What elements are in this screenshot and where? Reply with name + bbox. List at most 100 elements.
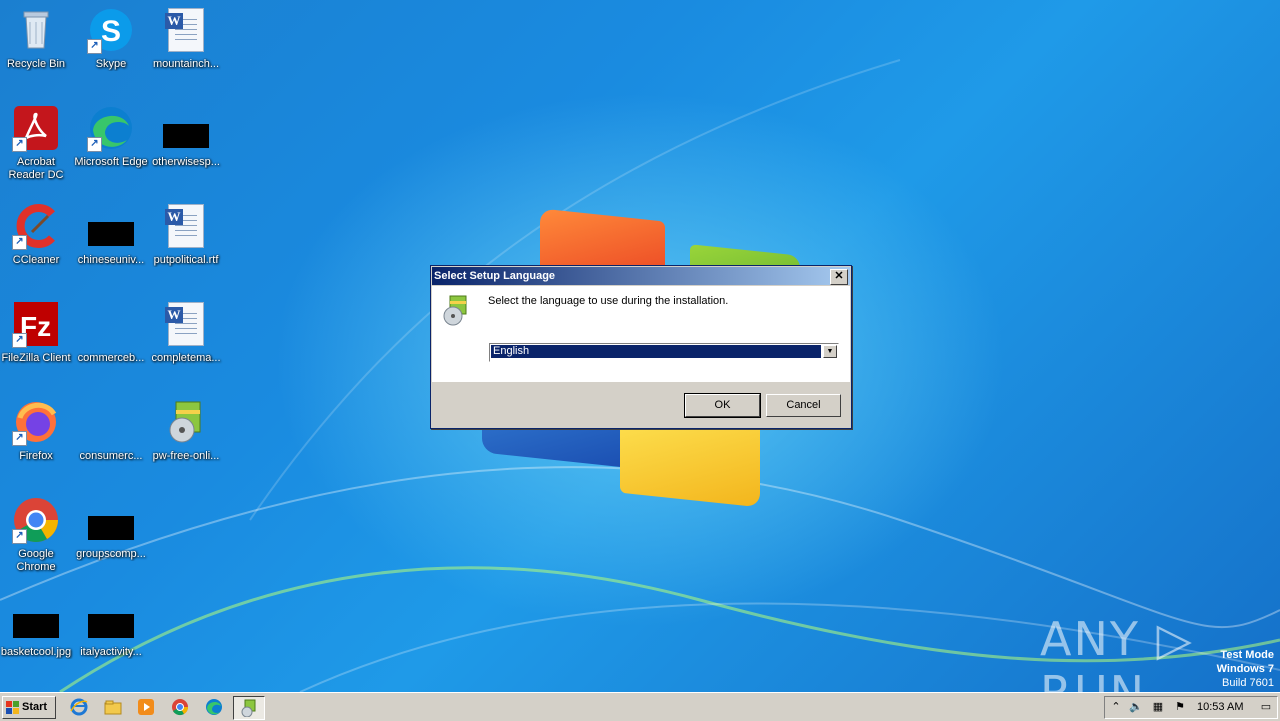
shortcut-arrow-icon: ↗ — [12, 529, 27, 544]
dialog-body: Select the language to use during the in… — [432, 286, 850, 382]
file-icon — [87, 594, 135, 642]
desktop-icon-otherwisesp[interactable]: otherwisesp... — [148, 104, 224, 169]
desktop-icon-commerceb[interactable]: commerceb... — [73, 300, 149, 365]
icon-label: basketcool.jpg — [0, 646, 72, 658]
icon-label: commerceb... — [77, 352, 145, 364]
icon-label: otherwisesp... — [152, 156, 220, 168]
file-icon — [87, 496, 135, 544]
installer-icon — [162, 398, 210, 446]
desktop-icon-italyactivity[interactable]: italyactivity... — [73, 594, 149, 659]
desktop-icon-ccleaner[interactable]: ↗ CCleaner — [0, 202, 74, 267]
skype-icon: S ↗ — [87, 6, 135, 54]
recycle-bin-icon — [12, 6, 60, 54]
show-hidden-icons-icon[interactable]: ⌃ — [1109, 701, 1123, 714]
redacted-thumbnail — [88, 614, 134, 638]
icon-label: Acrobat Reader DC — [8, 156, 64, 181]
desktop-icon-pw-free-onli[interactable]: pw-free-onli... — [148, 398, 224, 463]
redacted-thumbnail — [163, 124, 209, 148]
ccleaner-icon: ↗ — [12, 202, 60, 250]
start-label: Start — [22, 701, 48, 713]
shortcut-arrow-icon: ↗ — [12, 137, 27, 152]
language-select[interactable]: English ▼ — [489, 343, 839, 362]
chrome-icon: ↗ — [12, 496, 60, 544]
word-document-icon: W — [162, 300, 210, 348]
edge-taskbar-icon[interactable] — [205, 698, 223, 716]
file-icon — [87, 202, 135, 250]
icon-label: Recycle Bin — [6, 58, 66, 70]
file-icon — [87, 300, 135, 348]
icon-label: CCleaner — [12, 254, 60, 266]
shortcut-arrow-icon: ↗ — [12, 431, 27, 446]
close-icon: ✕ — [834, 270, 844, 282]
dialog-title: Select Setup Language — [434, 270, 556, 282]
desktop-icon-recycle-bin[interactable]: Recycle Bin — [0, 6, 74, 71]
desktop-icon-basketcool[interactable]: basketcool.jpg — [0, 594, 74, 659]
watermark-line-2: Windows 7 — [1216, 663, 1274, 675]
icon-label: Google Chrome — [16, 548, 56, 573]
dropdown-arrow-icon[interactable]: ▼ — [823, 345, 837, 358]
desktop-icon-skype[interactable]: S ↗ Skype — [73, 6, 149, 71]
setup-installer-icon — [241, 699, 256, 717]
svg-text:S: S — [101, 15, 121, 48]
edge-icon: ↗ — [87, 104, 135, 152]
redacted-thumbnail — [88, 222, 134, 246]
word-document-icon: W — [162, 6, 210, 54]
desktop-icon-microsoft-edge[interactable]: ↗ Microsoft Edge — [73, 104, 149, 169]
icon-label: Microsoft Edge — [74, 156, 148, 168]
acrobat-icon: ↗ — [12, 104, 60, 152]
setup-installer-icon — [442, 294, 470, 326]
shortcut-arrow-icon: ↗ — [87, 39, 102, 54]
word-document-icon: W — [162, 202, 210, 250]
taskbar-setup-task[interactable] — [233, 696, 265, 720]
icon-label: mountainch... — [152, 58, 220, 70]
action-center-flag-icon[interactable]: ⚑ — [1173, 701, 1187, 714]
select-setup-language-dialog: Select Setup Language ✕ Select the langu… — [430, 265, 852, 429]
icon-label: putpolitical.rtf — [153, 254, 219, 266]
desktop-icon-acrobat-reader[interactable]: ↗ Acrobat Reader DC — [0, 104, 74, 182]
shortcut-arrow-icon: ↗ — [87, 137, 102, 152]
filezilla-icon: Fz ↗ — [12, 300, 60, 348]
redacted-thumbnail — [88, 516, 134, 540]
desktop-icon-chineseuniv[interactable]: chineseuniv... — [73, 202, 149, 267]
desktop-icon-filezilla[interactable]: Fz ↗ FileZilla Client — [0, 300, 74, 365]
network-icon[interactable]: ▦ — [1151, 701, 1165, 714]
redacted-thumbnail — [13, 614, 59, 638]
shortcut-arrow-icon: ↗ — [12, 235, 27, 250]
icon-label: pw-free-onli... — [152, 450, 220, 462]
icon-label: Skype — [95, 58, 127, 70]
language-selected-value: English — [491, 345, 821, 358]
firefox-icon: ↗ — [12, 398, 60, 446]
desktop-icon-groupscomp[interactable]: groupscomp... — [73, 496, 149, 561]
dialog-titlebar[interactable]: Select Setup Language ✕ — [432, 267, 850, 285]
internet-explorer-icon[interactable] — [70, 698, 88, 716]
media-player-icon[interactable] — [137, 698, 155, 716]
close-button[interactable]: ✕ — [830, 269, 848, 285]
icon-label: groupscomp... — [76, 548, 146, 560]
watermark-line-3: Build 7601 — [1222, 677, 1274, 689]
ok-button[interactable]: OK — [684, 393, 761, 418]
desktop-icon-completema[interactable]: W completema... — [148, 300, 224, 365]
icon-label: chineseuniv... — [77, 254, 145, 266]
image-file-icon — [12, 594, 60, 642]
desktop-icon-firefox[interactable]: ↗ Firefox — [0, 398, 74, 463]
icon-label: consumerc... — [79, 450, 143, 462]
desktop-icon-putpolitical[interactable]: W putpolitical.rtf — [148, 202, 224, 267]
taskbar: Start ⌃ 🔈 ▦ ⚑ 10:53 AM ▭ — [0, 692, 1280, 721]
desktop-icon-mountainch[interactable]: W mountainch... — [148, 6, 224, 71]
watermark-line-1: Test Mode — [1220, 649, 1274, 661]
chrome-taskbar-icon[interactable] — [171, 698, 189, 716]
windows-explorer-icon[interactable] — [104, 698, 122, 716]
icon-label: Firefox — [19, 450, 53, 462]
system-tray: ⌃ 🔈 ▦ ⚑ 10:53 AM ▭ — [1104, 696, 1278, 719]
desktop-icon-consumerc[interactable]: consumerc... — [73, 398, 149, 463]
test-mode-watermark: Test Mode Windows 7 Build 7601 — [1217, 648, 1274, 690]
icon-label: completema... — [151, 352, 221, 364]
icon-label: FileZilla Client — [1, 352, 71, 364]
start-button[interactable]: Start — [2, 696, 56, 719]
volume-icon[interactable]: 🔈 — [1129, 701, 1143, 714]
show-desktop-icon[interactable]: ▭ — [1259, 701, 1273, 714]
cancel-button[interactable]: Cancel — [766, 394, 841, 417]
clock[interactable]: 10:53 AM — [1197, 701, 1243, 713]
desktop-icon-google-chrome[interactable]: ↗ Google Chrome — [0, 496, 74, 574]
file-icon — [87, 398, 135, 446]
